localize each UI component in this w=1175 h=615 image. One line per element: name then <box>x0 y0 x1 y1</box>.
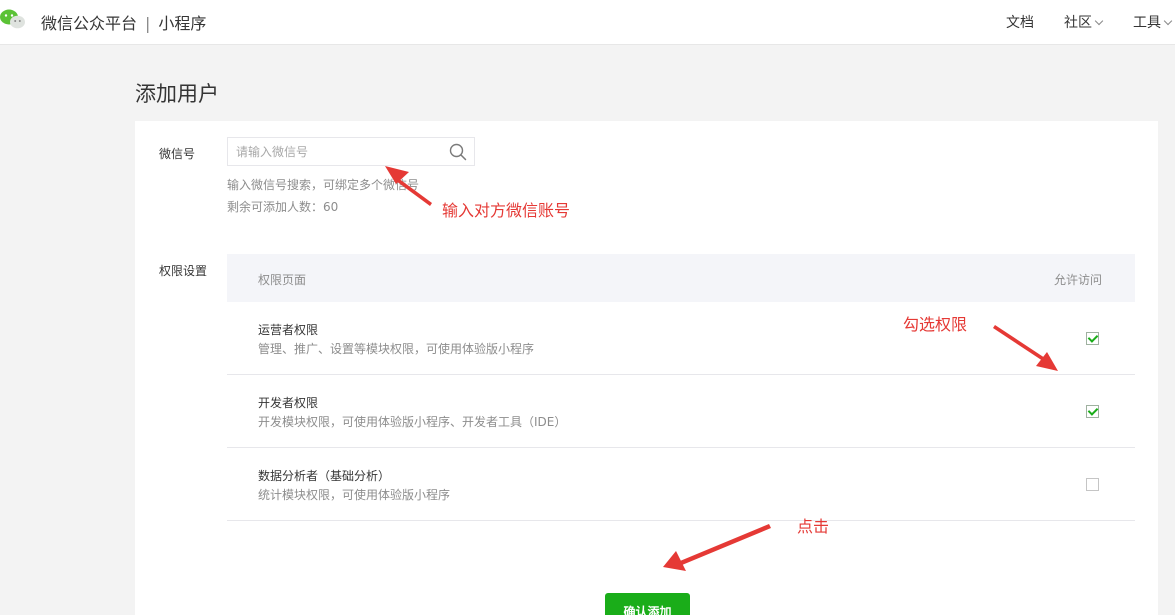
permissions-label: 权限设置 <box>159 264 208 278</box>
header-permission-page: 权限页面 <box>258 273 307 287</box>
nav-community-label: 社区 <box>1064 15 1092 31</box>
search-hint: 输入微信号搜索，可绑定多个微信号 <box>227 178 420 192</box>
permissions-table-header: 权限页面 允许访问 <box>227 254 1135 302</box>
permission-row-operator: 运营者权限 管理、推广、设置等模块权限，可使用体验版小程序 <box>227 302 1135 375</box>
nav-community[interactable]: 社区 <box>1064 12 1104 32</box>
wechat-search-box <box>227 137 475 166</box>
permission-title: 开发者权限 <box>258 396 319 410</box>
brand-product: 小程序 <box>158 14 207 33</box>
page-title: 添加用户 <box>135 82 219 106</box>
annotation-check-note: 勾选权限 <box>903 315 968 334</box>
nav-docs-label: 文档 <box>1006 15 1034 31</box>
chevron-down-icon <box>1163 16 1173 26</box>
permission-row-analyst: 数据分析者（基础分析） 统计模块权限，可使用体验版小程序 <box>227 448 1135 521</box>
annotation-input-note: 输入对方微信账号 <box>442 201 571 220</box>
confirm-add-button[interactable]: 确认添加 <box>605 593 690 615</box>
wechat-id-label: 微信号 <box>159 147 196 161</box>
wechat-logo-icon[interactable] <box>0 8 26 30</box>
brand-title[interactable]: 微信公众平台 | 小程序 <box>41 10 206 34</box>
permission-desc: 管理、推广、设置等模块权限，可使用体验版小程序 <box>258 342 535 356</box>
header-allow-access: 允许访问 <box>1054 273 1103 287</box>
brand-name: 微信公众平台 <box>41 14 138 33</box>
annotation-click-note: 点击 <box>797 517 830 536</box>
nav-tools-label: 工具 <box>1133 15 1161 31</box>
chevron-down-icon <box>1094 16 1104 26</box>
permission-title: 数据分析者（基础分析） <box>258 469 391 483</box>
brand-separator: | <box>145 14 151 33</box>
permission-row-developer: 开发者权限 开发模块权限，可使用体验版小程序、开发者工具（IDE） <box>227 375 1135 448</box>
wechat-search-input[interactable] <box>228 138 438 165</box>
nav-tools[interactable]: 工具 <box>1133 12 1173 32</box>
permission-desc: 统计模块权限，可使用体验版小程序 <box>258 488 451 502</box>
permission-checkbox-analyst[interactable] <box>1086 478 1099 491</box>
permission-title: 运营者权限 <box>258 323 319 337</box>
permission-checkbox-operator[interactable] <box>1086 332 1099 345</box>
permission-desc: 开发模块权限，可使用体验版小程序、开发者工具（IDE） <box>258 415 567 429</box>
top-bar: 微信公众平台 | 小程序 文档 社区 工具 <box>0 0 1175 45</box>
nav-docs[interactable]: 文档 <box>1006 12 1034 32</box>
search-icon[interactable] <box>449 143 467 161</box>
permission-checkbox-developer[interactable] <box>1086 405 1099 418</box>
remaining-count: 剩余可添加人数：60 <box>227 200 339 214</box>
